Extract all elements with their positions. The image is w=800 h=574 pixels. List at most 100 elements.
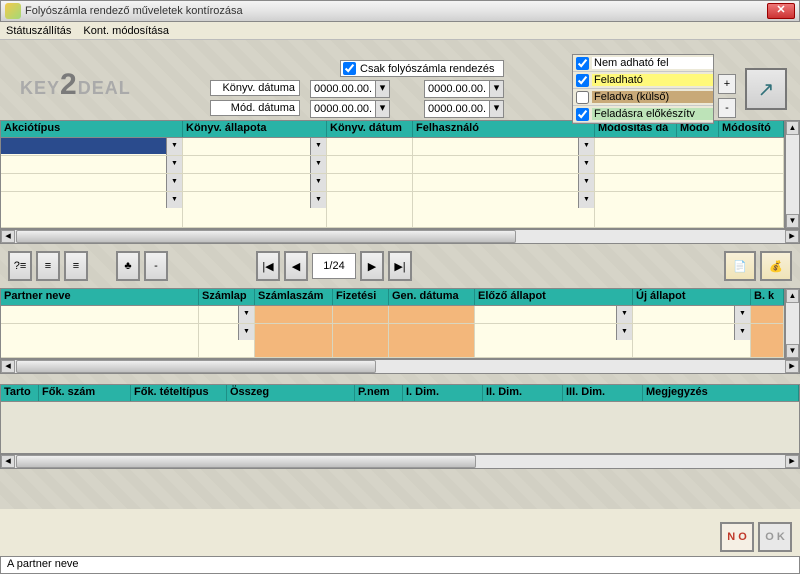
plus-button[interactable]: ♣ xyxy=(116,251,140,281)
first-page-button[interactable]: |◀ xyxy=(256,251,280,281)
grid2-h1[interactable]: Partner neve xyxy=(1,289,199,305)
table-row[interactable]: ▼ ▼ ▼ xyxy=(1,156,784,174)
no-button[interactable]: N O xyxy=(720,522,754,552)
scroll-up-icon[interactable]: ▲ xyxy=(786,121,799,135)
status-plus-button[interactable]: + xyxy=(718,74,736,94)
grid1-h4[interactable]: Felhasználó xyxy=(413,121,595,137)
scroll-right-icon[interactable]: ▸ xyxy=(785,360,799,373)
status-row-1[interactable]: Nem adható fel xyxy=(573,55,713,72)
date-picker-icon[interactable]: ▾ xyxy=(375,81,389,97)
grid1-hscroll[interactable]: ◂ ▸ xyxy=(0,229,800,244)
grid2-hscroll[interactable]: ◂ ▸ xyxy=(0,359,800,374)
minus-button[interactable]: - xyxy=(144,251,168,281)
prev-page-button[interactable]: ◀ xyxy=(284,251,308,281)
dropdown-icon[interactable]: ▼ xyxy=(166,156,182,173)
close-button[interactable]: ✕ xyxy=(767,3,795,19)
date-picker-icon[interactable]: ▾ xyxy=(375,101,389,117)
grid3-h5[interactable]: P.nem xyxy=(355,385,403,401)
scroll-down-icon[interactable]: ▼ xyxy=(786,214,799,228)
dropdown-icon[interactable]: ▼ xyxy=(310,174,326,191)
only-current-account-checkbox[interactable] xyxy=(343,62,356,75)
grid3-h1[interactable]: Tarto xyxy=(1,385,39,401)
status-check-3[interactable] xyxy=(576,91,589,104)
date-picker-icon[interactable]: ▾ xyxy=(489,101,503,117)
scroll-thumb[interactable] xyxy=(16,360,376,373)
grid1-h1[interactable]: Akciótípus xyxy=(1,121,183,137)
dropdown-icon[interactable]: ▼ xyxy=(734,324,750,340)
scroll-left-icon[interactable]: ◂ xyxy=(1,230,15,243)
report2-button[interactable]: 💰 xyxy=(760,251,792,281)
scroll-thumb[interactable] xyxy=(16,230,516,243)
grid2-h4[interactable]: Fizetési xyxy=(333,289,389,305)
grid3-h7[interactable]: II. Dim. xyxy=(483,385,563,401)
dropdown-icon[interactable]: ▼ xyxy=(166,138,182,155)
list2-button[interactable]: ≡ xyxy=(64,251,88,281)
table-row[interactable]: ▼ ▼ ▼ xyxy=(1,138,784,156)
dropdown-icon[interactable]: ▼ xyxy=(578,138,594,155)
dropdown-icon[interactable]: ▼ xyxy=(616,324,632,340)
grid3-h2[interactable]: Fők. szám xyxy=(39,385,131,401)
grid1-h7[interactable]: Módosító xyxy=(719,121,784,137)
mod-date-from[interactable]: 0000.00.00.▾ xyxy=(310,100,390,118)
status-minus-button[interactable]: - xyxy=(718,98,736,118)
dropdown-icon[interactable]: ▼ xyxy=(238,324,254,340)
dropdown-icon[interactable]: ▼ xyxy=(578,174,594,191)
book-date-to[interactable]: 0000.00.00.▾ xyxy=(424,80,504,98)
scroll-thumb[interactable] xyxy=(16,455,476,468)
report1-button[interactable]: 📄 xyxy=(724,251,756,281)
grid3-hscroll[interactable]: ◂ ▸ xyxy=(0,454,800,469)
dropdown-icon[interactable]: ▼ xyxy=(310,138,326,155)
dropdown-icon[interactable]: ▼ xyxy=(238,306,254,323)
list1-button[interactable]: ≡ xyxy=(36,251,60,281)
help-button[interactable]: ?≡ xyxy=(8,251,32,281)
status-row-3[interactable]: Feladva (külső) xyxy=(573,89,713,106)
table-row[interactable]: ▼ ▼ ▼ xyxy=(1,174,784,192)
status-check-1[interactable] xyxy=(576,57,589,70)
table-row[interactable]: ▼ ▼ ▼ xyxy=(1,324,784,358)
book-date-from[interactable]: 0000.00.00.▾ xyxy=(310,80,390,98)
dropdown-icon[interactable]: ▼ xyxy=(166,174,182,191)
grid2-vscroll[interactable]: ▲ ▼ xyxy=(785,288,800,359)
grid3-h6[interactable]: I. Dim. xyxy=(403,385,483,401)
grid2-h8[interactable]: B. k xyxy=(751,289,784,305)
status-row-2[interactable]: Feladható xyxy=(573,72,713,89)
date-picker-icon[interactable]: ▾ xyxy=(489,81,503,97)
grid1-h3[interactable]: Könyv. dátum xyxy=(327,121,413,137)
dropdown-icon[interactable]: ▼ xyxy=(734,306,750,323)
scroll-right-icon[interactable]: ▸ xyxy=(785,230,799,243)
scroll-right-icon[interactable]: ▸ xyxy=(785,455,799,468)
last-page-button[interactable]: ▶| xyxy=(388,251,412,281)
status-check-4[interactable] xyxy=(576,108,589,121)
scroll-left-icon[interactable]: ◂ xyxy=(1,360,15,373)
grid3-h8[interactable]: III. Dim. xyxy=(563,385,643,401)
menu-modify[interactable]: Kont. módosítása xyxy=(83,25,169,37)
dropdown-icon[interactable]: ▼ xyxy=(578,156,594,173)
mod-date-to[interactable]: 0000.00.00.▾ xyxy=(424,100,504,118)
scroll-down-icon[interactable]: ▼ xyxy=(786,344,799,358)
next-page-button[interactable]: ▶ xyxy=(360,251,384,281)
grid2-h6[interactable]: Előző állapot xyxy=(475,289,633,305)
grid1-selected-cell[interactable] xyxy=(1,138,166,154)
grid3-h9[interactable]: Megjegyzés xyxy=(643,385,799,401)
dropdown-icon[interactable]: ▼ xyxy=(166,192,182,208)
grid2-h2[interactable]: Számlap xyxy=(199,289,255,305)
grid3-h3[interactable]: Fők. tételtípus xyxy=(131,385,227,401)
dropdown-icon[interactable]: ▼ xyxy=(310,192,326,208)
dropdown-icon[interactable]: ▼ xyxy=(616,306,632,323)
grid2-h3[interactable]: Számlaszám xyxy=(255,289,333,305)
scroll-up-icon[interactable]: ▲ xyxy=(786,289,799,303)
dropdown-icon[interactable]: ▼ xyxy=(578,192,594,208)
pager-display[interactable]: 1/24 xyxy=(312,253,356,279)
menu-status[interactable]: Státuszállítás xyxy=(6,25,71,37)
table-row[interactable]: ▼ ▼ ▼ xyxy=(1,306,784,324)
status-check-2[interactable] xyxy=(576,74,589,87)
grid3-h4[interactable]: Összeg xyxy=(227,385,355,401)
status-row-4[interactable]: Feladásra előkészítv xyxy=(573,106,713,123)
ok-button[interactable]: O K xyxy=(758,522,792,552)
grid1-h2[interactable]: Könyv. állapota xyxy=(183,121,327,137)
only-current-account-check[interactable]: Csak folyószámla rendezés xyxy=(340,60,504,77)
dropdown-icon[interactable]: ▼ xyxy=(310,156,326,173)
grid1-vscroll[interactable]: ▲ ▼ xyxy=(785,120,800,229)
scroll-left-icon[interactable]: ◂ xyxy=(1,455,15,468)
grid2-h5[interactable]: Gen. dátuma xyxy=(389,289,475,305)
